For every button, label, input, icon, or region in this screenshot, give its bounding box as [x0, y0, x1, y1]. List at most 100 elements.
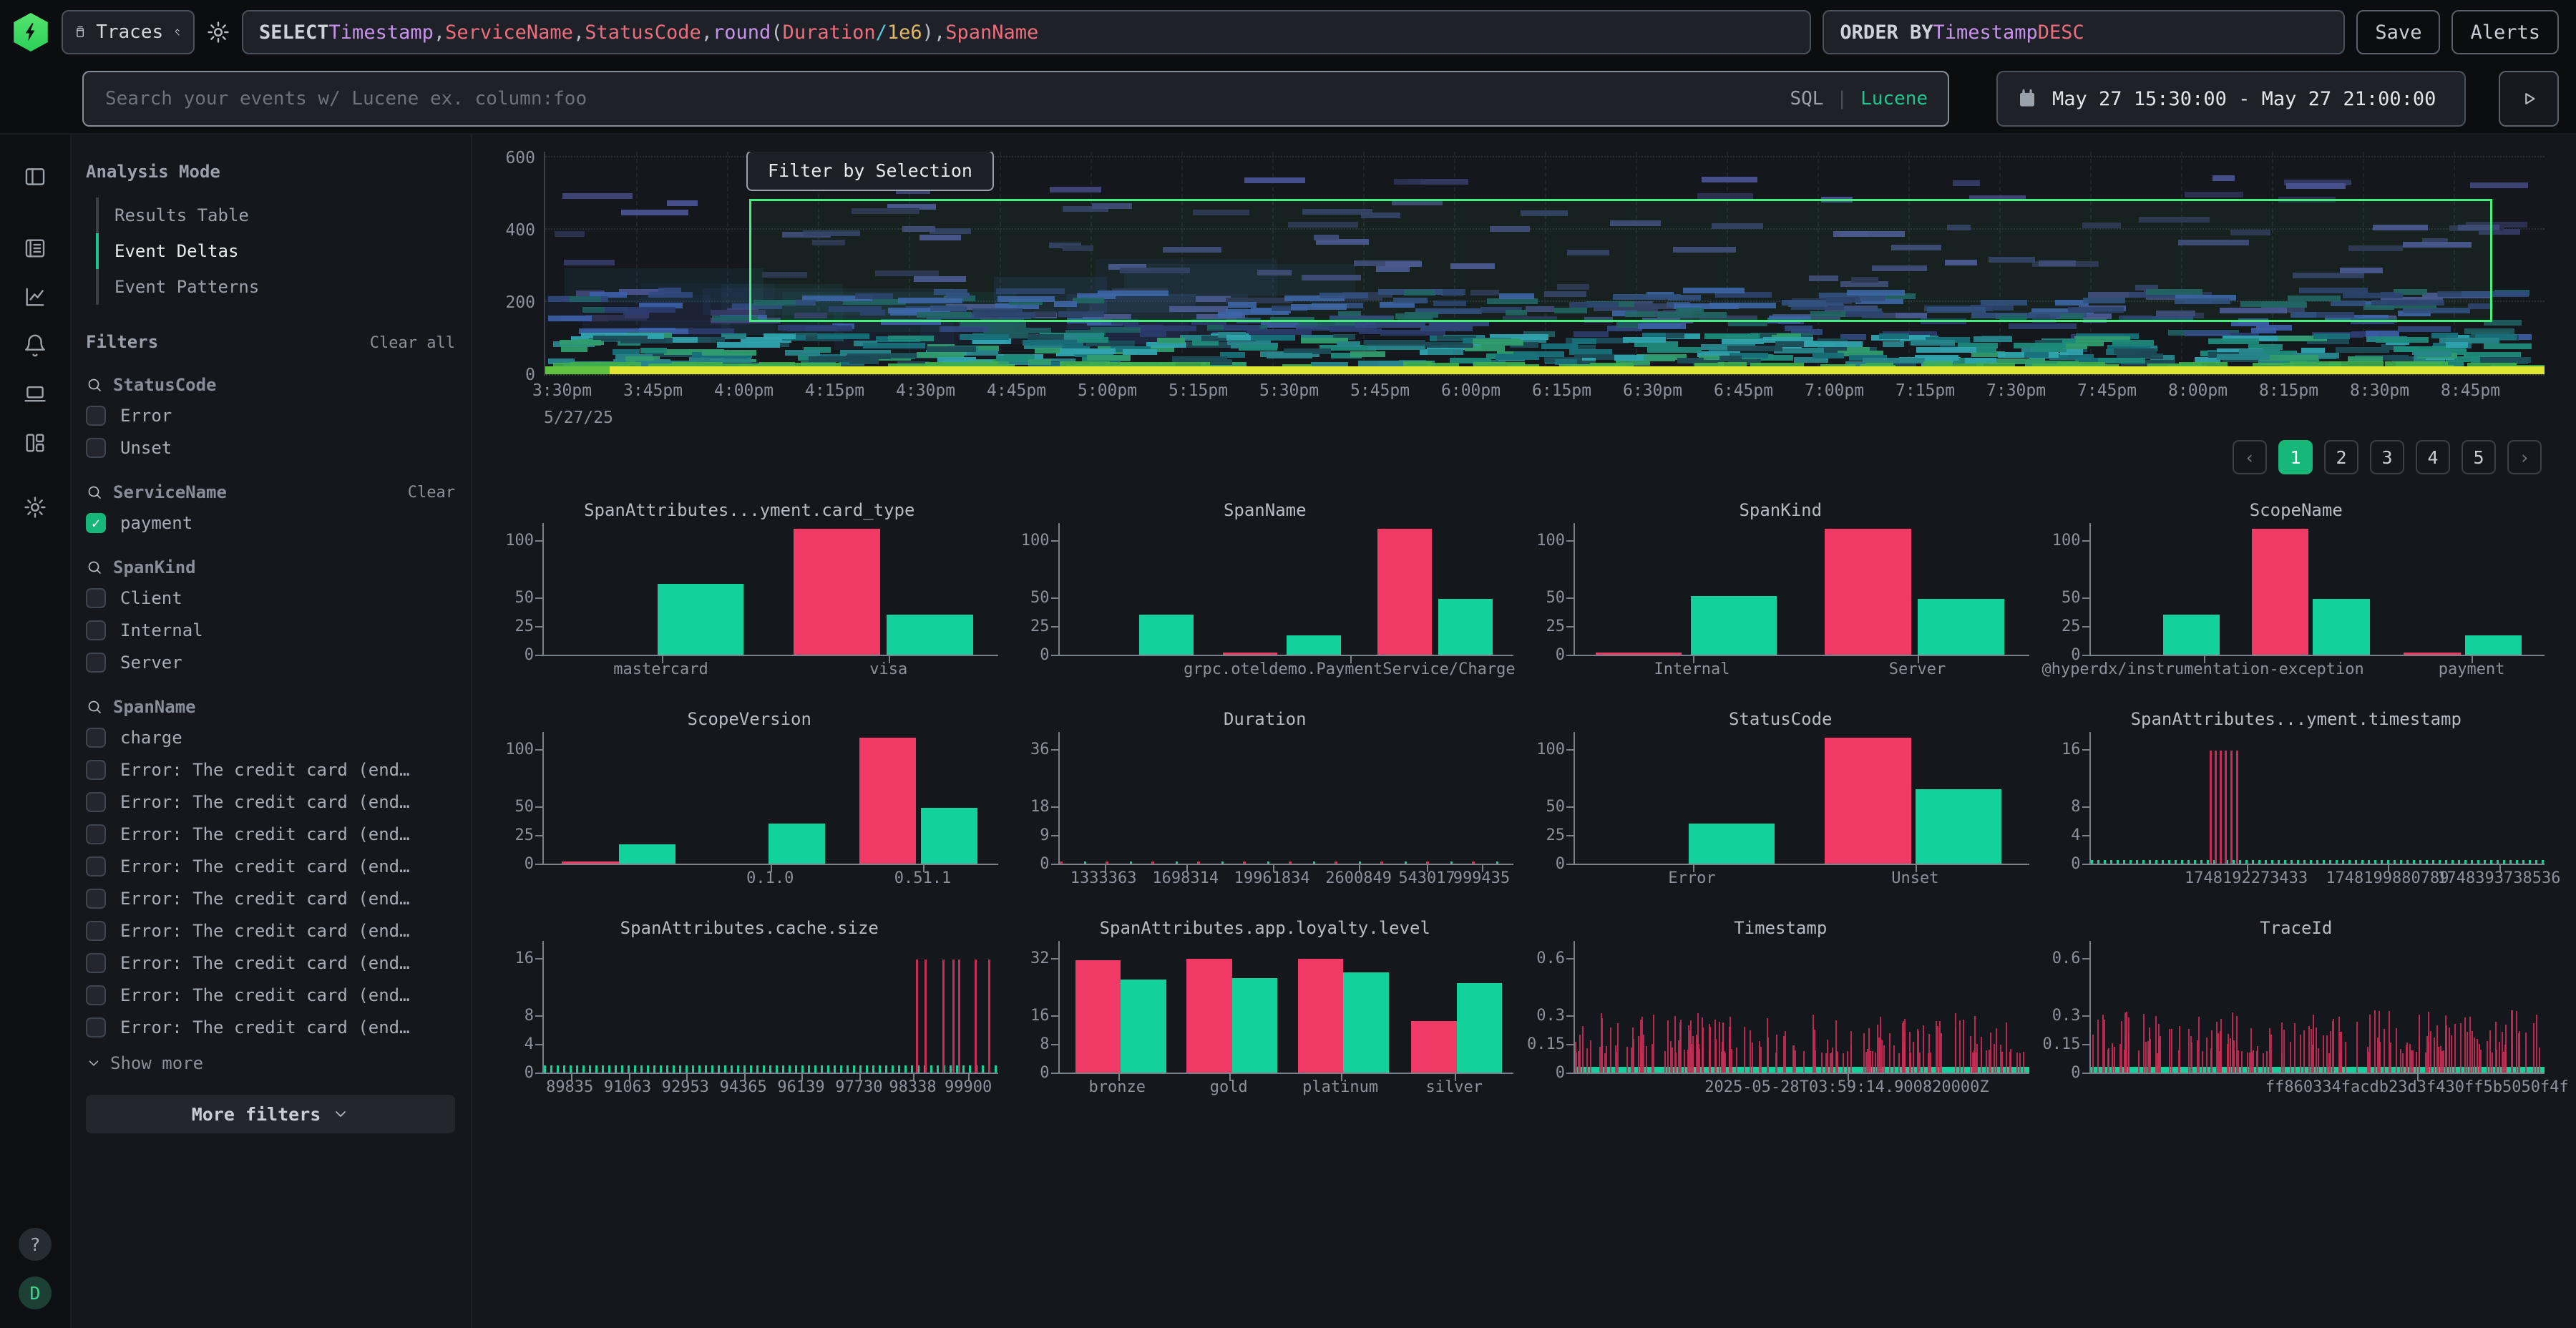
- filter-option[interactable]: ✓Client: [86, 587, 455, 610]
- filter-option[interactable]: ✓Error: The credit card (end…: [86, 887, 455, 910]
- analysis-mode-item[interactable]: Results Table: [96, 197, 455, 233]
- pagination-prev-button[interactable]: ‹: [2233, 440, 2267, 474]
- time-range-picker[interactable]: May 27 15:30:00 - May 27 21:00:00: [1996, 71, 2466, 127]
- filter-option[interactable]: ✓payment: [86, 512, 455, 534]
- search-icon[interactable]: [86, 376, 103, 394]
- histogram-bar: [921, 808, 977, 864]
- analysis-mode-item[interactable]: Event Patterns: [96, 269, 455, 305]
- pagination-page-button[interactable]: 5: [2462, 440, 2496, 474]
- clear-filter-button[interactable]: Clear: [408, 484, 455, 502]
- filter-checkbox[interactable]: ✓: [86, 921, 106, 941]
- histogram-plot: [1058, 941, 1514, 1074]
- filter-option[interactable]: ✓Error: The credit card (end…: [86, 919, 455, 942]
- y-tick-label: 4: [525, 1035, 534, 1053]
- filter-checkbox[interactable]: ✓: [86, 792, 106, 812]
- help-button[interactable]: ?: [19, 1228, 52, 1261]
- pagination-page-button[interactable]: 2: [2324, 440, 2358, 474]
- search-icon[interactable]: [86, 484, 103, 501]
- filter-checkbox[interactable]: ✓: [86, 513, 106, 533]
- histogram-x-axis: grpc.oteldemo.PaymentService/Charge: [1058, 660, 1514, 683]
- filter-option[interactable]: ✓ Error: The credit card (end…: [86, 952, 455, 975]
- sql-select-input[interactable]: SELECT Timestamp,ServiceName,StatusCode,…: [242, 10, 1811, 54]
- filter-option[interactable]: ✓Error: The credit card (end…: [86, 984, 455, 1007]
- source-select[interactable]: Traces: [62, 10, 195, 54]
- filter-option[interactable]: ✓Server: [86, 651, 455, 674]
- timeline-y-tick: 600: [505, 149, 535, 167]
- filter-option[interactable]: ✓Error: The credit card (end…: [86, 823, 455, 846]
- lucene-mode-toggle[interactable]: Lucene: [1860, 88, 1928, 109]
- filter-option[interactable]: ✓ Error: The credit card (end…: [86, 1016, 455, 1039]
- filter-by-selection-tooltip[interactable]: Filter by Selection: [746, 152, 994, 191]
- filter-checkbox[interactable]: ✓: [86, 856, 106, 877]
- show-more-button[interactable]: Show more: [86, 1053, 455, 1073]
- pagination-page-button[interactable]: 3: [2370, 440, 2404, 474]
- filter-option[interactable]: ✓ Error: The credit card (end…: [86, 791, 455, 814]
- save-button[interactable]: Save: [2356, 10, 2440, 54]
- y-tick-label: 25: [515, 826, 535, 844]
- filter-group-header: ServiceNameClear: [86, 482, 455, 502]
- x-tick-label: 1748199880789: [2326, 869, 2449, 887]
- source-settings-gear-icon[interactable]: [206, 20, 230, 44]
- filter-option[interactable]: ✓charge: [86, 726, 455, 749]
- filter-checkbox[interactable]: ✓: [86, 438, 106, 458]
- x-tick-label: 543017: [1398, 869, 1455, 887]
- app-logo[interactable]: [11, 13, 50, 52]
- more-filters-button[interactable]: More filters: [86, 1095, 455, 1133]
- filter-option[interactable]: ✓Error: [86, 404, 455, 427]
- filter-option[interactable]: ✓Error: The credit card (end…: [86, 855, 455, 878]
- y-tick-label: 0.3: [1536, 1007, 1565, 1025]
- filter-option-label: Error: The credit card (end…: [120, 953, 410, 973]
- sessions-laptop-icon[interactable]: [23, 382, 47, 406]
- pagination-page-button[interactable]: 4: [2416, 440, 2450, 474]
- timeline-selection-rect[interactable]: [749, 199, 2492, 323]
- filter-checkbox[interactable]: ✓: [86, 406, 106, 426]
- dashboards-grid-icon[interactable]: [23, 431, 47, 455]
- filter-checkbox[interactable]: ✓: [86, 1017, 106, 1038]
- filter-checkbox[interactable]: ✓: [86, 889, 106, 909]
- filter-checkbox[interactable]: ✓: [86, 620, 106, 640]
- chart-explorer-icon[interactable]: [23, 285, 47, 309]
- y-tick-label: 50: [1546, 589, 1566, 607]
- timeline-heatmap-plot[interactable]: Filter by Selection: [544, 152, 2545, 376]
- filter-option-label: Error: The credit card (end…: [120, 792, 410, 812]
- histogram-title: SpanAttributes.app.loyalty.level: [1017, 918, 1514, 941]
- user-avatar[interactable]: D: [19, 1276, 52, 1309]
- search-logs-icon[interactable]: [23, 236, 47, 260]
- y-tick-label: 0.3: [2052, 1007, 2081, 1025]
- filter-checkbox[interactable]: ✓: [86, 824, 106, 844]
- timeline-x-tick: 6:15pm: [1532, 381, 1591, 400]
- filter-option[interactable]: ✓Unset: [86, 436, 455, 459]
- histogram-bar: [1918, 599, 2004, 655]
- histogram-bar: [1287, 635, 1341, 655]
- pagination-next-button[interactable]: ›: [2507, 440, 2542, 474]
- histogram-spanname: SpanName10050250grpc.oteldemo.PaymentSer…: [1017, 500, 1514, 683]
- filter-option-label: Error: The credit card (end…: [120, 1017, 410, 1038]
- alerts-button[interactable]: Alerts: [2451, 10, 2559, 54]
- filter-checkbox[interactable]: ✓: [86, 653, 106, 673]
- filter-checkbox[interactable]: ✓: [86, 728, 106, 748]
- x-tick-label: 0.51.1: [894, 869, 951, 887]
- pagination-page-button[interactable]: 1: [2278, 440, 2313, 474]
- order-by-input[interactable]: ORDER BY Timestamp DESC: [1823, 10, 2345, 54]
- filter-checkbox[interactable]: ✓: [86, 985, 106, 1005]
- histogram-y-axis: 10050250: [1017, 523, 1058, 656]
- filter-checkbox[interactable]: ✓: [86, 760, 106, 780]
- sql-mode-toggle[interactable]: SQL: [1790, 88, 1823, 109]
- run-query-button[interactable]: [2499, 71, 2559, 127]
- filter-option[interactable]: ✓Internal: [86, 619, 455, 642]
- pagination: ‹ 12345 ›: [501, 440, 2542, 474]
- clear-all-button[interactable]: Clear all: [370, 334, 455, 352]
- filter-checkbox[interactable]: ✓: [86, 588, 106, 608]
- search-icon[interactable]: [86, 559, 103, 576]
- filter-checkbox[interactable]: ✓: [86, 953, 106, 973]
- search-input[interactable]: [104, 87, 1775, 110]
- y-tick-label: 0: [525, 855, 534, 873]
- histogram-bar: [1377, 529, 1432, 655]
- analysis-mode-item[interactable]: Event Deltas: [96, 233, 455, 269]
- alerts-bell-icon[interactable]: [23, 333, 47, 358]
- filter-option[interactable]: ✓Error: The credit card (end…: [86, 758, 455, 781]
- search-icon[interactable]: [86, 698, 103, 716]
- settings-gear-icon[interactable]: [23, 495, 47, 519]
- histogram-timestamp: Timestamp0.60.30.1502025-05-28T03:59:14.…: [1532, 918, 2029, 1101]
- collapse-sidebar-icon[interactable]: [23, 165, 47, 189]
